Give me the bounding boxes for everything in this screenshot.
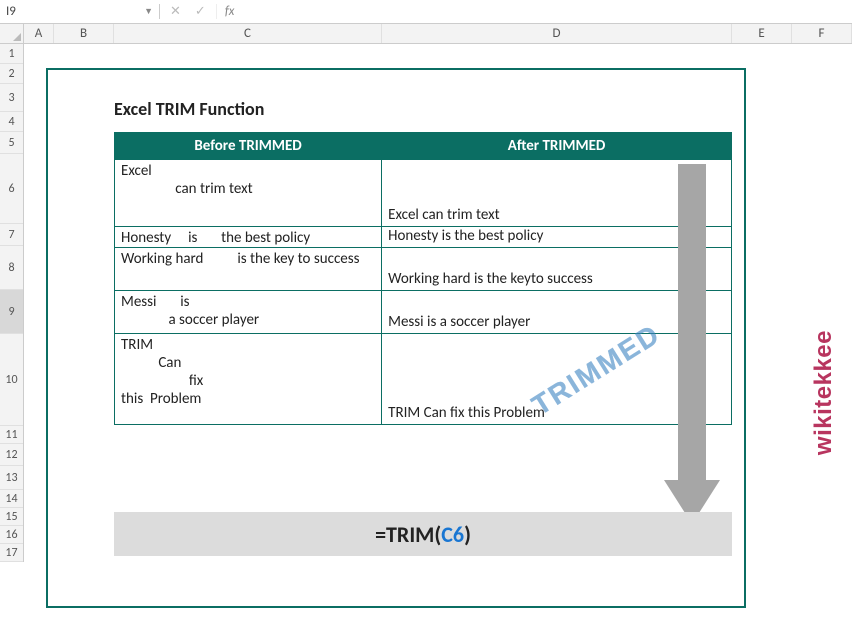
row-header-13[interactable]: 13: [0, 466, 23, 490]
select-all-cell[interactable]: [0, 24, 24, 43]
row-header-4[interactable]: 4: [0, 112, 23, 132]
enter-icon[interactable]: ✓: [195, 4, 206, 19]
trim-table: Before TRIMMED After TRIMMED Excel can t…: [114, 132, 732, 425]
row-header-6[interactable]: 6: [0, 154, 23, 224]
page-title: Excel TRIM Function: [114, 98, 264, 120]
row-header-10[interactable]: 10: [0, 334, 23, 426]
name-box-dropdown-icon[interactable]: ▼: [144, 6, 153, 17]
formula-ref: C6: [441, 521, 464, 548]
grid: 1 2 3 4 5 6 7 8 9 10 11 12 13 14 15 16 1…: [0, 44, 852, 562]
col-header-C[interactable]: C: [114, 24, 382, 43]
table-row: Excel can trim text Excel can trim text: [115, 159, 731, 226]
before-cell[interactable]: TRIM Can fix this Problem: [115, 334, 382, 424]
row-header-17[interactable]: 17: [0, 544, 23, 562]
formula-bar: I9 ▼ ✕ ✓ fx: [0, 0, 852, 24]
formula-prefix: =TRIM(: [375, 521, 441, 548]
name-box[interactable]: I9 ▼: [0, 4, 160, 19]
col-header-D[interactable]: D: [382, 24, 732, 43]
row-header-15[interactable]: 15: [0, 508, 23, 526]
col-header-E[interactable]: E: [732, 24, 792, 43]
col-header-A[interactable]: A: [24, 24, 54, 43]
before-cell[interactable]: Honesty is the best policy: [115, 227, 382, 247]
formula-bar-icons: ✕ ✓: [160, 4, 217, 19]
row-header-16[interactable]: 16: [0, 526, 23, 544]
formula-suffix: ): [464, 521, 471, 548]
row-header-11[interactable]: 11: [0, 426, 23, 444]
name-box-value: I9: [6, 4, 16, 19]
row-headers: 1 2 3 4 5 6 7 8 9 10 11 12 13 14 15 16 1…: [0, 44, 24, 562]
formula-display: =TRIM(C6): [114, 512, 732, 556]
before-cell[interactable]: Excel can trim text: [115, 160, 382, 226]
col-header-B[interactable]: B: [54, 24, 114, 43]
row-header-7[interactable]: 7: [0, 224, 23, 246]
before-cell[interactable]: Messi is a soccer player: [115, 291, 382, 333]
row-header-8[interactable]: 8: [0, 246, 23, 290]
row-header-3[interactable]: 3: [0, 84, 23, 112]
row-header-5[interactable]: 5: [0, 132, 23, 154]
watermark: wikitekkee: [810, 330, 838, 455]
row-header-2[interactable]: 2: [0, 64, 23, 84]
row-header-1[interactable]: 1: [0, 44, 23, 64]
down-arrow-icon: [664, 164, 720, 524]
row-header-14[interactable]: 14: [0, 490, 23, 508]
fx-icon[interactable]: fx: [217, 4, 235, 19]
header-before: Before TRIMMED: [115, 133, 382, 159]
row-header-9[interactable]: 9: [0, 290, 23, 334]
cells-area[interactable]: Excel TRIM Function Before TRIMMED After…: [24, 44, 852, 562]
before-cell[interactable]: Working hard is the key to success: [115, 248, 382, 290]
header-after: After TRIMMED: [382, 133, 731, 159]
column-headers: A B C D E F: [0, 24, 852, 44]
table-header: Before TRIMMED After TRIMMED: [115, 133, 731, 159]
table-row: Honesty is the best policy Honesty is th…: [115, 226, 731, 247]
row-header-12[interactable]: 12: [0, 444, 23, 466]
table-row: Working hard is the key to success Worki…: [115, 247, 731, 290]
cancel-icon[interactable]: ✕: [170, 4, 181, 19]
col-header-F[interactable]: F: [792, 24, 852, 43]
